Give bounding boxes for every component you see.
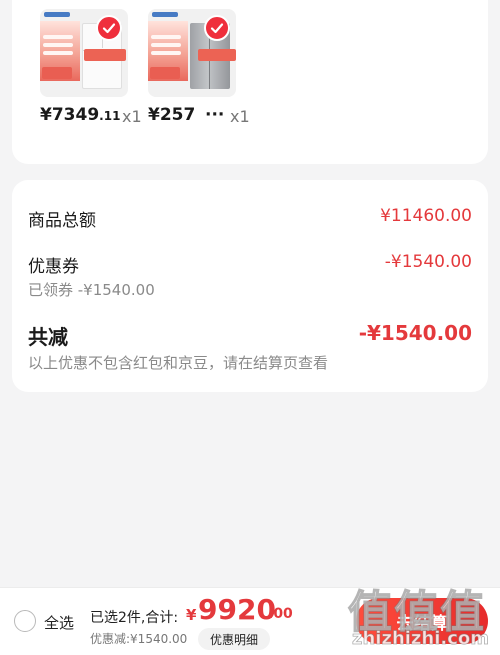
product-price: ¥7349.11 — [40, 105, 120, 125]
price-truncation: ··· — [205, 105, 225, 125]
select-all-label[interactable]: 全选 — [44, 612, 74, 633]
coupon-claimed-text: 已领券 -¥1540.00 — [28, 281, 155, 299]
price-main: ¥257 — [148, 105, 196, 125]
total-currency-symbol: ¥ — [186, 606, 197, 624]
coupon-label: 优惠券 — [28, 257, 79, 277]
product-thumbnail-1[interactable] — [40, 9, 128, 97]
checkout-bar: 全选 已选2件,合计: ¥ 9920 .00 优惠减:¥1540.00 优惠明细… — [0, 587, 500, 655]
discount-detail-button[interactable]: 优惠明细 — [198, 628, 270, 650]
price-cents: .11 — [99, 109, 121, 123]
product-thumbnail-2[interactable] — [148, 9, 236, 97]
subtotal-label: 商品总额 — [28, 211, 96, 231]
checkout-button[interactable]: 去结算 — [356, 598, 488, 644]
checkmark-icon — [204, 15, 230, 41]
select-all-checkbox[interactable] — [14, 610, 36, 632]
product-price: ¥257 — [148, 105, 210, 125]
product-quantity: x1 — [122, 107, 142, 126]
discount-note: 以上优惠不包含红包和京豆，请在结算页查看 — [28, 354, 329, 372]
subtotal-value: ¥11460.00 — [380, 206, 472, 226]
coupon-value: -¥1540.00 — [384, 252, 472, 272]
total-discount-label: 共减 — [28, 325, 68, 349]
total-discount-value: -¥1540.00 — [358, 321, 472, 345]
price-summary-card: 商品总额 ¥11460.00 优惠券 -¥1540.00 已领券 -¥1540.… — [12, 180, 488, 392]
price-main: ¥7349 — [40, 105, 100, 125]
selected-count-text: 已选2件,合计: — [90, 610, 179, 626]
discount-amount-text: 优惠减:¥1540.00 — [90, 632, 188, 646]
total-amount: 9920 — [198, 593, 276, 626]
product-quantity: x1 — [230, 107, 250, 126]
selected-products-card: ¥7349.11 x1 ¥257 ··· x1 — [12, 0, 488, 164]
total-cents: .00 — [268, 606, 293, 622]
checkmark-icon — [96, 15, 122, 41]
